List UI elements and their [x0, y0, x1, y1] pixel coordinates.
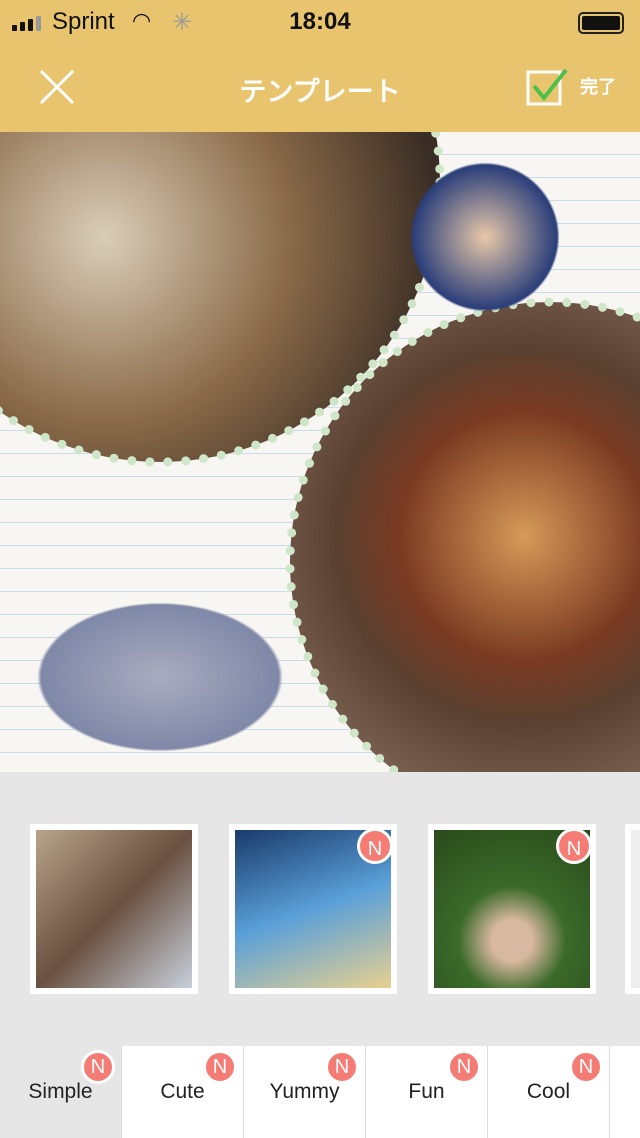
butterfly-sticker — [400, 152, 570, 322]
new-badge: N — [447, 1050, 481, 1084]
battery-icon — [578, 12, 624, 34]
clock: 18:04 — [289, 8, 351, 35]
tab-cool[interactable]: Cool N — [488, 1046, 610, 1138]
tab-label: Fun — [408, 1080, 445, 1103]
tab-label: Simple — [28, 1080, 93, 1103]
tab-label: Cool — [526, 1080, 571, 1103]
template-thumbnail[interactable] — [625, 824, 640, 994]
tab-label: Cute — [160, 1080, 205, 1103]
tab-fun[interactable]: Fun N — [366, 1046, 488, 1138]
new-badge: N — [556, 828, 592, 864]
status-bar: Sprint ◠ ✳ 18:04 — [0, 8, 640, 38]
new-badge: N — [203, 1050, 237, 1084]
tab-label: Yummy — [269, 1080, 340, 1103]
new-badge: N — [357, 828, 393, 864]
new-badge: N — [81, 1050, 115, 1084]
tab-more[interactable] — [610, 1046, 640, 1138]
template-thumbnail[interactable]: N — [229, 824, 397, 994]
collage-preview[interactable] — [0, 132, 640, 772]
template-thumbnail[interactable] — [30, 824, 198, 994]
new-badge: N — [569, 1050, 603, 1084]
done-label: 完了 — [580, 77, 616, 97]
horse-sticker — [20, 592, 300, 762]
category-tabs: Simple N Cute N Yummy N Fun N Cool N — [0, 1046, 640, 1138]
tab-cute[interactable]: Cute N — [122, 1046, 244, 1138]
checkbox-icon — [526, 68, 568, 106]
template-thumbnail[interactable]: N — [428, 824, 596, 994]
tab-yummy[interactable]: Yummy N — [244, 1046, 366, 1138]
done-button[interactable]: 完了 — [526, 66, 616, 106]
new-badge: N — [325, 1050, 359, 1084]
header: Sprint ◠ ✳ 18:04 テンプレート 完了 — [0, 0, 640, 132]
template-list[interactable]: N N — [0, 824, 640, 994]
tab-simple[interactable]: Simple N — [0, 1046, 122, 1138]
